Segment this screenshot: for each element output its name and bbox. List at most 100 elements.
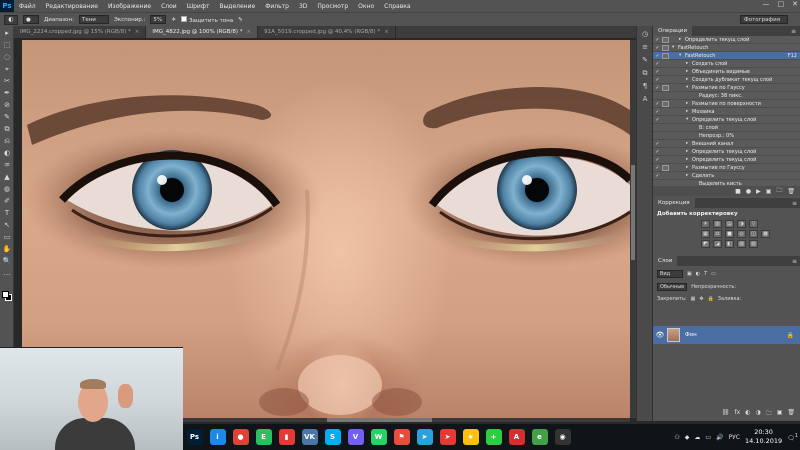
cloud-icon[interactable]: ☁ <box>694 434 700 441</box>
tool-icon[interactable]: ✎ <box>2 112 12 122</box>
adjustment-icon[interactable]: ▤ <box>725 220 734 228</box>
tool-icon[interactable]: ⧉ <box>2 124 12 134</box>
tool-icon[interactable]: ✋ <box>2 244 12 254</box>
dialog-toggle-icon[interactable] <box>662 61 669 67</box>
tool-icon[interactable]: ✒ <box>2 88 12 98</box>
menu-item[interactable]: Изображение <box>103 3 156 10</box>
dialog-toggle-icon[interactable] <box>662 173 669 179</box>
action-row[interactable]: ✓ ▸ Размытие по Гауссу <box>653 164 800 172</box>
dialog-toggle-icon[interactable] <box>662 164 669 171</box>
dodge-tool-preset-icon[interactable]: ◐ <box>4 14 18 25</box>
action-row[interactable]: ✓ ▸ Внешний канал <box>653 140 800 148</box>
panel-menu-icon[interactable]: ≡ <box>791 28 796 35</box>
dialog-toggle-icon[interactable] <box>662 125 669 131</box>
layer-control-icon[interactable]: ▣ <box>777 409 783 419</box>
evernote-icon[interactable]: E <box>255 429 272 445</box>
dialog-toggle-icon[interactable] <box>662 117 669 123</box>
tab-actions[interactable]: Операции <box>653 26 693 36</box>
tool-icon[interactable]: ♒ <box>2 160 12 170</box>
action-checkmark-icon[interactable]: ✓ <box>653 117 662 123</box>
layer-control-icon[interactable]: ◐ <box>745 409 750 419</box>
tool-icon[interactable]: ↖ <box>2 220 12 230</box>
filter-shape-icon[interactable]: ▭ <box>711 271 716 277</box>
character-icon[interactable]: A <box>640 95 650 104</box>
layer-row-background[interactable]: 👁 Фон 🔒 <box>653 326 800 344</box>
brush-icon[interactable]: ✎ <box>640 56 650 65</box>
volume-icon[interactable]: 🔊 <box>716 434 723 441</box>
chrome-icon[interactable]: ● <box>232 429 249 445</box>
tool-icon[interactable]: ⊘ <box>2 100 12 110</box>
eye-icon[interactable]: 👁 <box>653 331 667 339</box>
action-checkmark-icon[interactable]: ✓ <box>653 109 662 115</box>
protect-tones-checkbox[interactable]: Защитить тона <box>180 15 233 24</box>
green-app-icon[interactable]: e <box>531 429 548 445</box>
action-row[interactable]: ✓ ▸ Создать дубликат текущ слой <box>653 76 800 84</box>
properties-icon[interactable]: ≡ <box>640 43 650 52</box>
airbrush-icon[interactable]: ✈ <box>171 17 176 23</box>
scroll-thumb[interactable] <box>327 418 432 422</box>
menu-item[interactable]: Окно <box>353 3 379 10</box>
adjustment-icon[interactable]: ▦ <box>701 230 710 238</box>
tool-icon[interactable]: 🔍 <box>2 256 12 266</box>
menu-item[interactable]: Фильтр <box>260 3 294 10</box>
layer-control-icon[interactable]: fx <box>735 409 741 419</box>
adjustment-icon[interactable]: ☀ <box>701 220 710 228</box>
lock-position-icon[interactable]: ✥ <box>699 296 703 302</box>
tool-icon[interactable]: ▲ <box>2 172 12 182</box>
panel-menu-icon[interactable]: ≡ <box>792 258 797 265</box>
layer-control-icon[interactable]: ⛓ <box>722 409 730 419</box>
whatsapp-icon[interactable]: W <box>370 429 387 445</box>
action-checkmark-icon[interactable]: ✓ <box>653 157 662 163</box>
menu-item[interactable]: Шрифт <box>182 3 215 10</box>
dropbox-icon[interactable]: ◆ <box>685 434 690 441</box>
dialog-toggle-icon[interactable] <box>662 157 669 163</box>
tool-icon[interactable]: ✂ <box>2 76 12 86</box>
action-row[interactable]: ✓ ▸ Мозаика <box>653 108 800 116</box>
telegram-icon[interactable]: ➤ <box>416 429 433 445</box>
flag-icon[interactable]: ⚑ <box>393 429 410 445</box>
notification-icon[interactable]: 🗨1 <box>787 433 798 442</box>
action-row[interactable]: ✓ ▸ Сделать <box>653 172 800 180</box>
action-row[interactable]: ✓ ▸ Размытие по поверхности <box>653 100 800 108</box>
minimize-button[interactable]: — <box>763 0 770 8</box>
brush-size-picker[interactable]: ● <box>23 15 39 24</box>
tab-layers[interactable]: Слои <box>653 256 678 266</box>
tool-icon[interactable]: … <box>2 268 12 278</box>
adjustment-icon[interactable]: ▨ <box>737 240 746 248</box>
action-checkmark-icon[interactable]: ✓ <box>653 141 662 147</box>
action-checkmark-icon[interactable]: ✓ <box>653 77 662 83</box>
star-icon[interactable]: ★ <box>462 429 479 445</box>
document-tab[interactable]: IMG_4822.jpg @ 100% (RGB/8) * × <box>146 26 259 38</box>
action-row[interactable]: В: слой <box>653 124 800 132</box>
pressure-icon[interactable]: ✎ <box>238 17 243 23</box>
close-icon[interactable]: × <box>246 29 251 35</box>
tool-icon[interactable]: ▭ <box>2 232 12 242</box>
adjustment-icon[interactable]: ◪ <box>713 240 722 248</box>
acrobat-icon[interactable]: A <box>508 429 525 445</box>
action-control-icon[interactable]: 🗑 <box>787 188 795 195</box>
adjustment-icon[interactable]: ▥ <box>713 220 722 228</box>
menu-item[interactable]: Справка <box>379 3 415 10</box>
history-icon[interactable]: ◷ <box>640 30 650 39</box>
scroll-thumb[interactable] <box>631 165 635 260</box>
adjustment-icon[interactable]: ▧ <box>749 240 758 248</box>
action-row[interactable]: Непрозр.: 0% <box>653 132 800 140</box>
clone-source-icon[interactable]: ⧉ <box>640 69 650 78</box>
layer-control-icon[interactable]: 🗑 <box>787 409 795 419</box>
action-checkmark-icon[interactable]: ✓ <box>653 45 662 51</box>
bookmark-icon[interactable]: ▮ <box>278 429 295 445</box>
workspace-select[interactable]: Фотография <box>740 15 788 24</box>
plus-icon[interactable]: + <box>485 429 502 445</box>
exposure-input[interactable]: 5% <box>150 15 167 24</box>
info-icon[interactable]: i <box>209 429 226 445</box>
tool-icon[interactable]: ⌖ <box>2 64 12 74</box>
photoshop-icon[interactable]: Ps <box>186 429 203 445</box>
action-row[interactable]: ✓ ▸ Создать слой <box>653 60 800 68</box>
action-row[interactable]: ✓ ▸ Определить текущ слой <box>653 156 800 164</box>
dialog-toggle-icon[interactable] <box>662 149 669 155</box>
blend-mode-select[interactable]: Обычные <box>657 282 688 291</box>
adjustment-icon[interactable]: ⚖ <box>713 230 722 238</box>
menu-item[interactable]: Слои <box>156 3 182 10</box>
dialog-toggle-icon[interactable] <box>662 84 669 91</box>
telegram-red-icon[interactable]: ➤ <box>439 429 456 445</box>
